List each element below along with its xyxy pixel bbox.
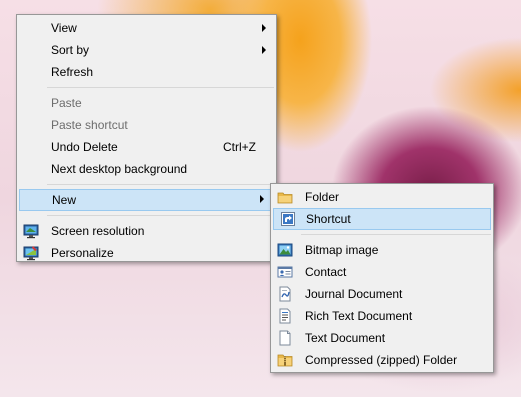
- menu-item-label: Screen resolution: [51, 224, 145, 238]
- menu-item-label: Text Document: [305, 331, 386, 345]
- menu-item-sort-by[interactable]: Sort by: [17, 39, 276, 61]
- menu-item-label: Contact: [305, 265, 347, 279]
- rich-text-document-icon: [277, 308, 293, 324]
- menu-item-label: Next desktop background: [51, 162, 188, 176]
- submenu-item-folder[interactable]: Folder: [271, 186, 493, 208]
- menu-item-label: Refresh: [51, 65, 94, 79]
- desktop-context-menu: View Sort by Refresh Paste Paste shortcu…: [16, 14, 277, 262]
- zip-folder-icon: [277, 352, 293, 368]
- menu-item-next-desktop-background[interactable]: Next desktop background: [17, 158, 276, 180]
- menu-item-label: View: [51, 21, 77, 35]
- contact-card-icon: [277, 264, 293, 280]
- text-document-icon: [277, 330, 293, 346]
- submenu-item-compressed-folder[interactable]: Compressed (zipped) Folder: [271, 349, 493, 371]
- menu-item-new[interactable]: New: [19, 189, 274, 211]
- menu-item-label: Compressed (zipped) Folder: [305, 353, 458, 367]
- submenu-arrow-icon: [260, 195, 264, 203]
- submenu-arrow-icon: [262, 24, 266, 32]
- menu-item-personalize[interactable]: Personalize: [17, 242, 276, 264]
- submenu-item-journal-document[interactable]: Journal Document: [271, 283, 493, 305]
- menu-item-label: Undo Delete: [51, 140, 118, 154]
- menu-separator: [47, 184, 274, 185]
- new-submenu: Folder Shortcut Bitmap image Contact Jou…: [270, 183, 494, 373]
- menu-item-paste-shortcut: Paste shortcut: [17, 114, 276, 136]
- menu-item-label: Sort by: [51, 43, 90, 57]
- menu-item-label: New: [52, 193, 77, 207]
- menu-item-label: Journal Document: [305, 287, 403, 301]
- menu-item-screen-resolution[interactable]: Screen resolution: [17, 220, 276, 242]
- menu-item-label: Folder: [305, 190, 340, 204]
- submenu-item-text-document[interactable]: Text Document: [271, 327, 493, 349]
- journal-document-icon: [277, 286, 293, 302]
- menu-item-label: Personalize: [51, 246, 114, 260]
- submenu-item-shortcut[interactable]: Shortcut: [273, 208, 491, 230]
- submenu-arrow-icon: [262, 46, 266, 54]
- submenu-item-contact[interactable]: Contact: [271, 261, 493, 283]
- menu-item-undo-delete[interactable]: Undo Delete Ctrl+Z: [17, 136, 276, 158]
- menu-item-label: Shortcut: [306, 212, 351, 226]
- menu-separator: [47, 215, 274, 216]
- menu-item-label: Paste: [51, 96, 82, 110]
- menu-item-refresh[interactable]: Refresh: [17, 61, 276, 83]
- monitor-paint-icon: [23, 245, 39, 261]
- menu-separator: [47, 87, 274, 88]
- menu-separator: [301, 234, 491, 235]
- submenu-item-rich-text-document[interactable]: Rich Text Document: [271, 305, 493, 327]
- keyboard-shortcut: Ctrl+Z: [223, 140, 256, 154]
- menu-item-view[interactable]: View: [17, 17, 276, 39]
- shortcut-icon: [280, 211, 296, 227]
- bitmap-image-icon: [277, 242, 293, 258]
- menu-item-label: Paste shortcut: [51, 118, 128, 132]
- menu-item-label: Rich Text Document: [305, 309, 413, 323]
- submenu-item-bitmap-image[interactable]: Bitmap image: [271, 239, 493, 261]
- monitor-icon: [23, 223, 39, 239]
- folder-icon: [277, 189, 293, 205]
- menu-item-label: Bitmap image: [305, 243, 379, 257]
- menu-item-paste: Paste: [17, 92, 276, 114]
